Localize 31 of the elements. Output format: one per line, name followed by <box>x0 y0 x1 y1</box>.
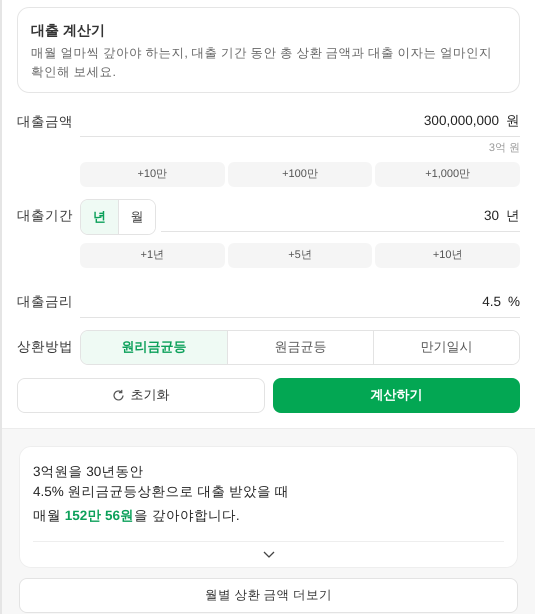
reset-button[interactable]: 초기화 <box>17 378 264 412</box>
value-field[interactable]: 300,000,000 원 <box>80 107 520 137</box>
quick-add-button[interactable]: +1,000만 <box>375 162 520 186</box>
header-title: 대출 계산기 <box>31 21 106 40</box>
field-label: 대출금액 <box>17 112 74 131</box>
field-value: 4.5 <box>482 292 501 311</box>
amount-hint: 3억 원 <box>488 141 520 156</box>
method-option[interactable]: 만기일시 <box>373 330 519 364</box>
field-value: 300,000,000 <box>424 112 499 130</box>
result-line: 4.5% 원리금균등상환으로 대출 받았을 때 <box>33 482 290 500</box>
unit-label: 년 <box>506 206 520 225</box>
field-label: 대출금리 <box>17 293 74 312</box>
quick-add-button[interactable]: +100만 <box>228 162 372 186</box>
unit-label: % <box>508 292 520 311</box>
header-description: 매월 얼마씩 갚아야 하는지, 대출 기간 동안 총 상환 금액과 대출 이자는 얼마인지 확인해 보세요. <box>31 45 494 81</box>
unit-label: 원 <box>506 112 520 130</box>
value-field[interactable]: 4.5 % <box>80 288 520 318</box>
more-button[interactable]: 월별 상환 금액 더보기 <box>19 578 518 613</box>
refresh-icon <box>112 388 126 402</box>
quick-add-button[interactable]: +10만 <box>80 162 225 186</box>
field-label: 대출기간 <box>17 207 74 226</box>
quick-add-button[interactable]: +1년 <box>80 242 225 268</box>
chevron-down-icon[interactable] <box>262 550 274 559</box>
field-label: 상환방법 <box>17 338 74 356</box>
result-line: 3억원을 30년동안 <box>33 462 144 480</box>
quick-add-button[interactable]: +5년 <box>228 242 372 268</box>
result-summary: 매월 152만 56원을 갚아야합니다. <box>33 506 241 524</box>
field-value: 30 <box>484 206 499 225</box>
unit-toggle[interactable]: 월 <box>118 200 155 234</box>
quick-add-button[interactable]: +10년 <box>375 242 520 268</box>
value-field[interactable]: 30 년 <box>161 202 520 232</box>
